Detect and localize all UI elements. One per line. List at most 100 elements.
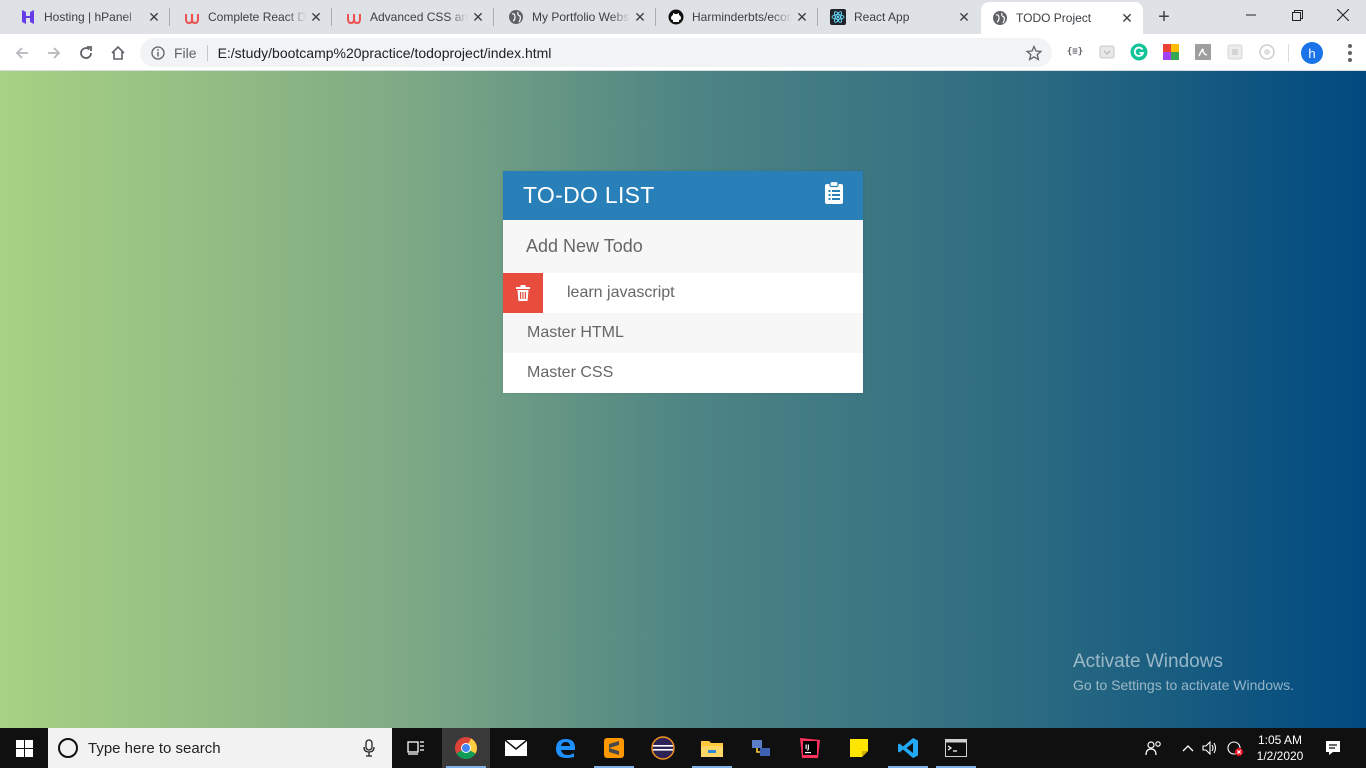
scheme-label: File <box>174 44 197 61</box>
toolbar-divider <box>1288 44 1289 62</box>
udemy-icon <box>346 9 362 25</box>
globe-icon <box>992 10 1008 26</box>
todo-header: TO-DO LIST <box>503 171 863 220</box>
pocket-icon[interactable] <box>1097 42 1117 62</box>
sticky-notes-icon[interactable] <box>835 728 883 768</box>
tab-title: Hosting | hPanel <box>44 10 132 24</box>
udemy-icon <box>184 9 200 25</box>
network-status-icon[interactable] <box>1224 728 1246 768</box>
tab-title: Advanced CSS and Sass <box>370 10 468 24</box>
edge-icon[interactable] <box>541 728 589 768</box>
taskbar-clock[interactable]: 1:05 AM 1/2/2020 <box>1248 732 1312 764</box>
tab-hosting[interactable]: Hosting | hPanel ✕ <box>0 0 170 34</box>
address-bar[interactable]: File E:/study/bootcamp%20practice/todopr… <box>140 38 1052 67</box>
new-todo-input[interactable] <box>503 220 863 273</box>
todo-text: Master CSS <box>527 364 614 381</box>
tab-strip: Hosting | hPanel ✕ Complete React Develo… <box>0 0 1366 34</box>
color-picker-icon[interactable] <box>1161 42 1181 62</box>
bookmark-star-icon[interactable] <box>1020 39 1048 67</box>
tab-react-app[interactable]: React App ✕ <box>818 0 980 34</box>
trash-icon <box>516 285 530 301</box>
tab-title: My Portfolio Website <box>532 10 630 24</box>
watermark-subtitle: Go to Settings to activate Windows. <box>1073 677 1294 693</box>
tab-title: Complete React Developer <box>208 10 306 24</box>
pdf-icon[interactable] <box>1193 42 1213 62</box>
tab-github[interactable]: Harminderbts/ecommerce ✕ <box>656 0 818 34</box>
people-icon[interactable] <box>1142 728 1166 768</box>
clock-time: 1:05 AM <box>1257 733 1303 747</box>
watermark-title: Activate Windows <box>1073 651 1223 672</box>
todo-item[interactable]: Master HTML <box>503 313 863 353</box>
grammarly-icon[interactable] <box>1129 42 1149 62</box>
hostinger-icon <box>20 9 36 25</box>
eclipse-icon[interactable] <box>639 728 687 768</box>
chevron-up-icon[interactable] <box>1178 728 1198 768</box>
notification-icon[interactable] <box>1318 728 1348 768</box>
taskbar-search[interactable]: Type here to search <box>48 728 392 768</box>
restore-button[interactable] <box>1274 0 1320 30</box>
json-icon[interactable]: {≡} <box>1065 42 1085 62</box>
home-button[interactable] <box>104 39 132 67</box>
extension-icon[interactable] <box>1225 42 1245 62</box>
close-tab-icon[interactable]: ✕ <box>954 7 974 27</box>
search-icon <box>58 738 78 758</box>
arrow-left-icon <box>15 47 28 59</box>
close-tab-icon[interactable]: ✕ <box>306 7 326 27</box>
microphone-icon[interactable] <box>356 735 382 761</box>
omnibox-divider <box>206 44 208 61</box>
tab-advanced-css[interactable]: Advanced CSS and Sass ✕ <box>332 0 494 34</box>
sublime-icon[interactable] <box>590 728 638 768</box>
todo-item[interactable]: Master CSS <box>503 353 863 393</box>
svg-text:IJ: IJ <box>805 744 809 751</box>
activate-windows-watermark: Activate Windows Go to Settings to activ… <box>1073 651 1294 693</box>
tab-title: TODO Project <box>1016 11 1092 25</box>
todo-item[interactable]: learn javascript <box>503 273 863 313</box>
todo-title: TO-DO LIST <box>523 182 655 208</box>
info-icon[interactable] <box>150 45 166 61</box>
url-text[interactable]: E:/study/bootcamp%20practice/todoproject… <box>218 45 1020 61</box>
todo-text: Master HTML <box>527 324 624 341</box>
close-window-button[interactable] <box>1320 0 1366 30</box>
react-icon <box>830 9 846 25</box>
close-tab-icon[interactable]: ✕ <box>144 7 164 27</box>
forward-button[interactable] <box>40 39 68 67</box>
close-tab-icon[interactable]: ✕ <box>630 7 650 27</box>
intellij-icon[interactable]: IJ <box>786 728 834 768</box>
task-view-icon[interactable] <box>392 728 440 768</box>
todo-text: learn javascript <box>567 284 675 301</box>
reload-button[interactable] <box>72 39 100 67</box>
tab-title: React App <box>854 10 910 24</box>
todo-list: learn javascript Master HTML Master CSS <box>503 273 863 393</box>
delete-todo-button[interactable] <box>503 273 543 313</box>
volume-icon[interactable] <box>1200 728 1220 768</box>
tab-portfolio[interactable]: My Portfolio Website ✕ <box>494 0 656 34</box>
todo-container: TO-DO LIST Add New Todo learn javascript… <box>503 171 863 393</box>
close-tab-icon[interactable]: ✕ <box>468 7 488 27</box>
file-explorer-icon[interactable] <box>688 728 736 768</box>
mail-icon[interactable] <box>492 728 540 768</box>
windows-logo-icon <box>15 739 33 757</box>
new-tab-button[interactable]: + <box>1152 5 1176 29</box>
clipboard-icon[interactable] <box>824 180 844 210</box>
search-placeholder: Type here to search <box>88 739 221 757</box>
network-app-icon[interactable] <box>737 728 785 768</box>
reload-icon <box>80 46 92 59</box>
clock-date: 1/2/2020 <box>1256 749 1304 763</box>
browser-toolbar: File E:/study/bootcamp%20practice/todopr… <box>0 34 1366 71</box>
home-icon <box>111 45 125 60</box>
globe-icon <box>508 9 524 25</box>
tab-todo-project[interactable]: TODO Project ✕ <box>981 2 1143 34</box>
vscode-icon[interactable] <box>884 728 932 768</box>
profile-avatar[interactable]: h <box>1301 42 1323 64</box>
start-button[interactable] <box>0 728 48 768</box>
close-tab-icon[interactable]: ✕ <box>1117 8 1137 28</box>
close-tab-icon[interactable]: ✕ <box>792 7 812 27</box>
timer-icon[interactable] <box>1257 42 1277 62</box>
arrow-right-icon <box>48 47 61 59</box>
terminal-icon[interactable] <box>932 728 980 768</box>
more-menu-icon[interactable] <box>1340 40 1360 66</box>
tab-complete-react[interactable]: Complete React Developer ✕ <box>170 0 332 34</box>
minimize-button[interactable] <box>1228 0 1274 30</box>
chrome-icon[interactable] <box>442 728 490 768</box>
back-button[interactable] <box>8 39 36 67</box>
